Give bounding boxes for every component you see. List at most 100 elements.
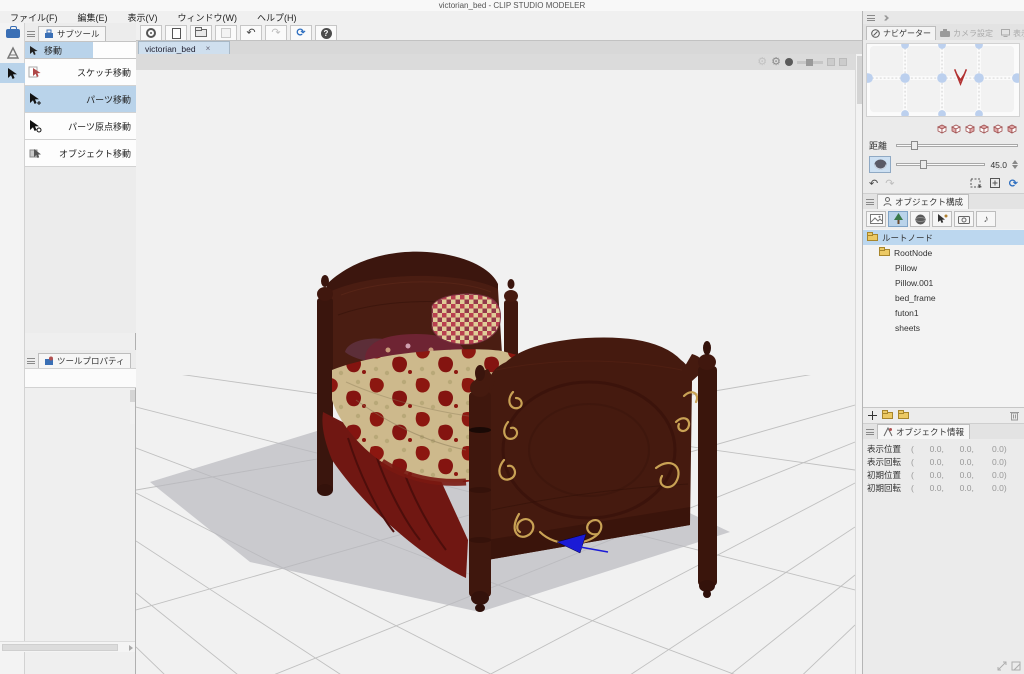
close-tab-icon[interactable]: ×	[206, 44, 211, 53]
resize-handle-icon[interactable]	[1011, 661, 1021, 671]
viewport-3d[interactable]	[136, 70, 855, 674]
tree-item-rootnode[interactable]: RootNode	[863, 245, 1024, 260]
show-nodes-button[interactable]	[888, 211, 908, 227]
spin-up-icon	[1012, 160, 1018, 164]
toolbox-icon	[6, 29, 20, 38]
subtool-group-move[interactable]: 移動	[25, 42, 93, 58]
reset-view-icon[interactable]: ⟳	[1009, 177, 1018, 190]
tool-property-scrollbar[interactable]	[130, 390, 135, 424]
tool-property-panel: ツールプロパティ	[25, 350, 136, 388]
fit-view-icon[interactable]	[990, 178, 1002, 189]
fov-row: 45.0	[863, 154, 1024, 175]
view-cube-icon[interactable]	[992, 123, 1004, 135]
folder-icon	[867, 234, 878, 241]
panel-menu-icon[interactable]	[866, 199, 874, 205]
tree-icon	[893, 213, 904, 225]
view-cube-icon[interactable]	[964, 123, 976, 135]
tab-navigator[interactable]: ナビゲーター	[866, 26, 936, 40]
view-cube-icon[interactable]	[936, 123, 948, 135]
show-camera-button[interactable]	[954, 211, 974, 227]
operation-tool-icon	[6, 46, 20, 60]
render-settings-gear-icon[interactable]: ⚙	[771, 57, 781, 68]
camera-icon	[958, 215, 970, 224]
view-settings-gear-icon[interactable]: ⚙	[757, 57, 767, 68]
perspective-button[interactable]	[869, 156, 891, 173]
subtool-item-sketch-move[interactable]: スケッチ移動	[25, 59, 136, 86]
fov-slider[interactable]	[896, 163, 985, 166]
collapse-panel-icon[interactable]	[883, 16, 888, 20]
marquee-select-icon[interactable]	[970, 178, 983, 189]
show-sound-button[interactable]: ♪	[976, 211, 996, 227]
note-icon: ♪	[984, 214, 989, 225]
tool-property-header: ツールプロパティ	[25, 350, 136, 368]
canvas-area: victorian_bed × ⚙ ⚙	[136, 23, 862, 674]
operation-tool-button[interactable]	[0, 43, 25, 63]
show-materials-button[interactable]	[910, 211, 930, 227]
view-option2-icon[interactable]	[839, 58, 847, 66]
redo-icon[interactable]: ↷	[885, 177, 894, 190]
undo-icon[interactable]: ↶	[869, 177, 878, 190]
new-folder-icon[interactable]	[882, 412, 893, 419]
object-structure-tab[interactable]: オブジェクト構成	[877, 194, 969, 209]
subtool-item-parts-move[interactable]: パーツ移動	[25, 86, 136, 113]
duplicate-folder-icon[interactable]	[898, 412, 909, 419]
move-tool-button[interactable]	[0, 63, 25, 83]
show-image-button[interactable]	[866, 211, 886, 227]
view-zoom-slider[interactable]	[797, 61, 823, 64]
tree-item-futon1[interactable]: futon1	[863, 305, 1024, 320]
distance-row: 距離	[863, 137, 1024, 154]
object-info-tab[interactable]: オブジェクト情報	[877, 424, 970, 439]
fov-value[interactable]: 45.0	[990, 160, 1007, 170]
view-option-icon[interactable]	[827, 58, 835, 66]
document-tab-victorian-bed[interactable]: victorian_bed ×	[138, 41, 230, 55]
object-info-rows: 表示位置 ( 0.0, 0.0, 0.0 ) 表示回転 ( 0.0, 0.0, …	[863, 439, 1024, 497]
trash-icon[interactable]	[1010, 410, 1019, 421]
view-cube-icon[interactable]	[1006, 123, 1018, 135]
title-bar: victorian_bed - CLIP STUDIO MODELER	[0, 0, 1024, 11]
toolbox-button[interactable]	[0, 23, 25, 43]
tree-item-sheets[interactable]: sheets	[863, 320, 1024, 335]
panel-menu-icon[interactable]	[866, 429, 874, 435]
tab-display-settings[interactable]: 表示設定	[997, 26, 1024, 40]
navigator-compass-icon	[871, 29, 880, 38]
view-mode-icon[interactable]	[785, 58, 793, 66]
subtool-list: スケッチ移動 パーツ移動 パーツ原点移動 オブジェクト移動	[25, 58, 136, 167]
parts-move-icon	[28, 92, 42, 106]
object-tree: ルートノード RootNode Pillow Pillow.001 bed_fr…	[863, 229, 1024, 407]
subtool-tab[interactable]: サブツール	[38, 26, 106, 41]
canvas-vscrollbar[interactable]	[855, 54, 862, 674]
subtool-item-parts-origin-move[interactable]: パーツ原点移動	[25, 113, 136, 140]
tree-item-pillow[interactable]: Pillow	[863, 260, 1024, 275]
add-node-icon[interactable]	[868, 411, 877, 420]
fov-spinner[interactable]	[1012, 160, 1018, 169]
navigator-preview[interactable]	[863, 40, 1024, 122]
info-row-display-position: 表示位置 ( 0.0, 0.0, 0.0 )	[867, 442, 1020, 455]
panel-menu-icon[interactable]	[867, 15, 875, 21]
move-cursor-icon	[6, 67, 19, 80]
show-layout-button[interactable]	[932, 211, 952, 227]
tab-camera-settings[interactable]: カメラ設定	[936, 26, 997, 40]
object-structure-toolbar: ♪	[863, 209, 1024, 229]
tool-property-tab[interactable]: ツールプロパティ	[38, 353, 131, 368]
clip-studio-modeler-window: victorian_bed - CLIP STUDIO MODELER ファイル…	[0, 0, 1024, 674]
scale-icon[interactable]	[997, 661, 1007, 671]
tree-item-pillow-001[interactable]: Pillow.001	[863, 275, 1024, 290]
hscroll-thumb[interactable]	[2, 644, 118, 651]
monitor-icon	[1001, 29, 1010, 37]
hscroll-arrow-icon[interactable]	[129, 645, 133, 651]
parts-origin-move-icon	[28, 119, 42, 133]
tree-item-bed-frame[interactable]: bed_frame	[863, 290, 1024, 305]
view-cube-icon[interactable]	[978, 123, 990, 135]
tree-item-root[interactable]: ルートノード	[863, 230, 1024, 245]
camera-icon	[940, 29, 950, 37]
left-panel-hscrollbar[interactable]	[0, 641, 135, 652]
perspective-lens-icon	[874, 159, 887, 170]
subtool-item-object-move[interactable]: オブジェクト移動	[25, 140, 136, 167]
panel-menu-icon[interactable]	[27, 31, 35, 37]
view-cube-icon[interactable]	[950, 123, 962, 135]
info-row-initial-rotation: 初期回転 ( 0.0, 0.0, 0.0 )	[867, 481, 1020, 494]
panel-menu-icon[interactable]	[27, 358, 35, 364]
folder-icon	[879, 249, 890, 256]
distance-slider[interactable]	[896, 144, 1018, 147]
info-row-initial-position: 初期位置 ( 0.0, 0.0, 0.0 )	[867, 468, 1020, 481]
